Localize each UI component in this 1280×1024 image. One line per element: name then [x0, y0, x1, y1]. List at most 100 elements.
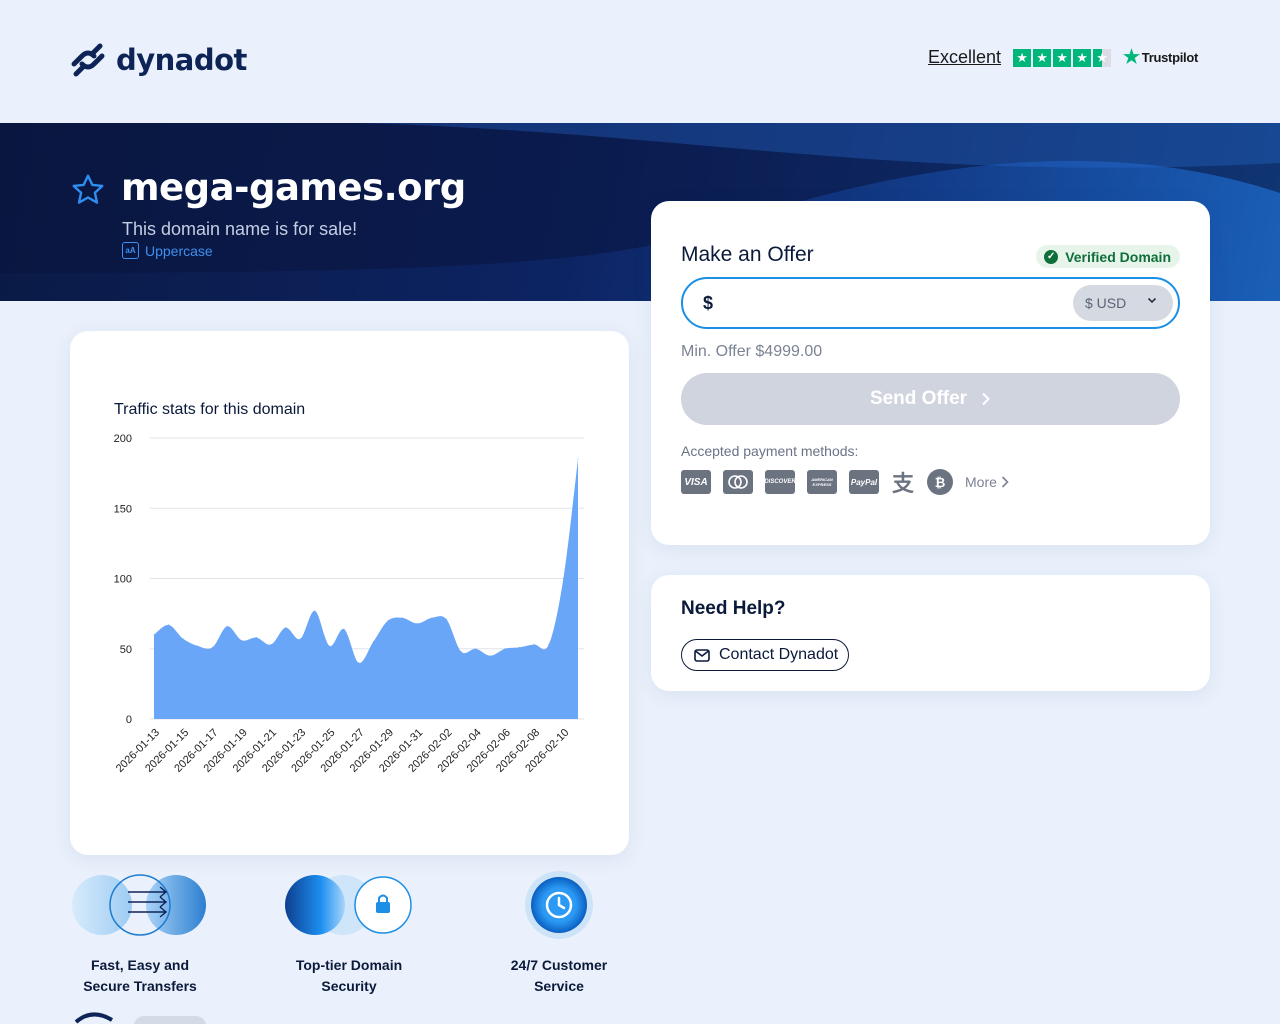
data-point: [416, 622, 418, 624]
data-point: [504, 648, 506, 650]
data-point: [475, 648, 477, 650]
more-label: More: [965, 474, 997, 490]
chevron-right-icon: [1001, 476, 1009, 488]
currency-symbol: $: [703, 292, 714, 313]
data-point: [255, 637, 257, 639]
uppercase-toggle[interactable]: aA Uppercase: [122, 242, 213, 259]
need-help-card: Need Help? Contact Dynadot: [651, 575, 1210, 691]
data-point: [387, 620, 389, 622]
data-point: [562, 578, 564, 579]
data-point: [285, 627, 287, 629]
security-illustration: [285, 875, 412, 935]
discover-icon: DISCOVER: [764, 470, 796, 494]
traffic-area-series: [154, 459, 578, 719]
feature-security: Top-tier Domain Security: [279, 955, 419, 997]
half-star-icon: ★: [1093, 48, 1112, 67]
y-tick-label: 200: [114, 433, 132, 445]
trustpilot-widget[interactable]: Excellent ★ ★ ★ ★ ★ ★ Trustpilot: [928, 46, 1198, 69]
mastercard-icon: [723, 470, 753, 494]
dynadot-logo[interactable]: dynadot: [68, 40, 247, 80]
y-tick-label: 50: [120, 644, 132, 656]
alipay-icon: 支: [891, 471, 914, 496]
uppercase-icon: aA: [122, 242, 139, 259]
data-point: [270, 644, 272, 646]
feature-label-line: Service: [534, 978, 584, 994]
accepted-payments-label: Accepted payment methods:: [681, 443, 859, 459]
transfer-illustration: [72, 874, 206, 936]
check-circle-icon: ✓: [1044, 249, 1059, 264]
data-point: [168, 624, 170, 626]
data-point: [226, 625, 228, 627]
trustpilot-rating-word[interactable]: Excellent: [928, 47, 1001, 68]
trustpilot-star-icon: ★: [1123, 47, 1140, 68]
visa-icon: VISA: [681, 470, 711, 494]
data-point: [372, 641, 374, 643]
y-tick-label: 100: [114, 574, 132, 586]
data-point: [489, 655, 491, 657]
send-offer-button[interactable]: Send Offer: [681, 373, 1180, 425]
amex-icon: AMERICAN EXPRESS: [807, 470, 837, 494]
data-point: [182, 638, 184, 640]
logo-text: dynadot: [116, 43, 247, 77]
star-icon: ★: [1033, 48, 1052, 67]
data-point: [328, 645, 330, 647]
data-point: [153, 634, 155, 636]
more-payments-link[interactable]: More: [965, 474, 1009, 490]
traffic-area-chart: 0501001502002026-01-132026-01-152026-01-…: [114, 433, 584, 775]
data-point: [299, 638, 301, 640]
traffic-chart-card: Traffic stats for this domain 0 50 100 150 2…: [70, 331, 629, 855]
feature-label-line: Secure Transfers: [83, 978, 197, 994]
make-offer-card: Make an Offer ✓ Verified Domain $ $ USD …: [651, 201, 1210, 545]
trustpilot-brand: Trustpilot: [1141, 50, 1199, 65]
data-point: [402, 617, 404, 619]
send-offer-label: Send Offer: [869, 388, 968, 409]
data-point: [431, 617, 433, 619]
clock-illustration: [525, 871, 593, 939]
data-point: [533, 644, 535, 646]
data-point: [241, 639, 243, 641]
chevron-down-icon: [1147, 297, 1157, 304]
data-point: [577, 458, 579, 460]
feature-label-line: Top-tier Domain: [295, 957, 403, 973]
contact-label: Contact Dynadot: [719, 646, 839, 663]
data-point: [548, 644, 550, 646]
verified-domain-badge: ✓ Verified Domain: [1036, 245, 1180, 268]
feature-transfers: Fast, Easy and Secure Transfers: [70, 955, 210, 997]
mastercard-circles: [728, 475, 748, 489]
payment-methods-row: VISA DISCOVER AMERICAN EXPRESS PayPal 支 …: [681, 469, 1009, 496]
feature-label-line: 24/7 Customer: [510, 957, 608, 973]
need-help-title: Need Help?: [681, 598, 786, 619]
star-icon: ★: [1053, 48, 1072, 67]
mail-icon: [694, 648, 710, 662]
data-point: [358, 662, 360, 664]
offer-amount-field[interactable]: $ $ USD: [681, 277, 1180, 329]
data-point: [445, 618, 447, 620]
feature-label-line: Fast, Easy and: [90, 957, 190, 973]
trustpilot-logo[interactable]: ★ Trustpilot: [1123, 46, 1198, 69]
domain-name-title: mega-games.org: [121, 166, 466, 209]
paypal-icon: PayPal: [849, 470, 879, 494]
next-features-partial: [74, 1012, 206, 1024]
top-header: dynadot Excellent ★ ★ ★ ★ ★ ★ Trustpilot: [0, 0, 1280, 123]
chevron-right-icon: [982, 392, 990, 406]
data-point: [519, 646, 521, 648]
contact-dynadot-button[interactable]: Contact Dynadot: [681, 639, 850, 671]
verified-label: Verified Domain: [1065, 248, 1171, 265]
data-point: [460, 651, 462, 653]
uppercase-label: Uppercase: [145, 242, 213, 259]
y-tick-label: 0: [126, 714, 132, 726]
data-point: [343, 628, 345, 630]
favorite-star-icon[interactable]: [70, 172, 106, 208]
currency-select[interactable]: $ USD: [1073, 285, 1173, 321]
chain-link-icon: [71, 43, 105, 77]
bitcoin-icon: ₿: [927, 469, 953, 495]
for-sale-subtitle: This domain name is for sale!: [122, 219, 358, 239]
feature-label-line: Security: [321, 978, 377, 994]
y-tick-label: 150: [114, 503, 132, 515]
min-offer-text: Min. Offer $4999.00: [681, 343, 823, 360]
data-point: [314, 610, 316, 612]
trustpilot-stars: ★ ★ ★ ★ ★: [1013, 48, 1112, 67]
data-point: [197, 645, 199, 647]
star-icon: ★: [1013, 48, 1032, 67]
star-icon: ★: [1073, 48, 1092, 67]
